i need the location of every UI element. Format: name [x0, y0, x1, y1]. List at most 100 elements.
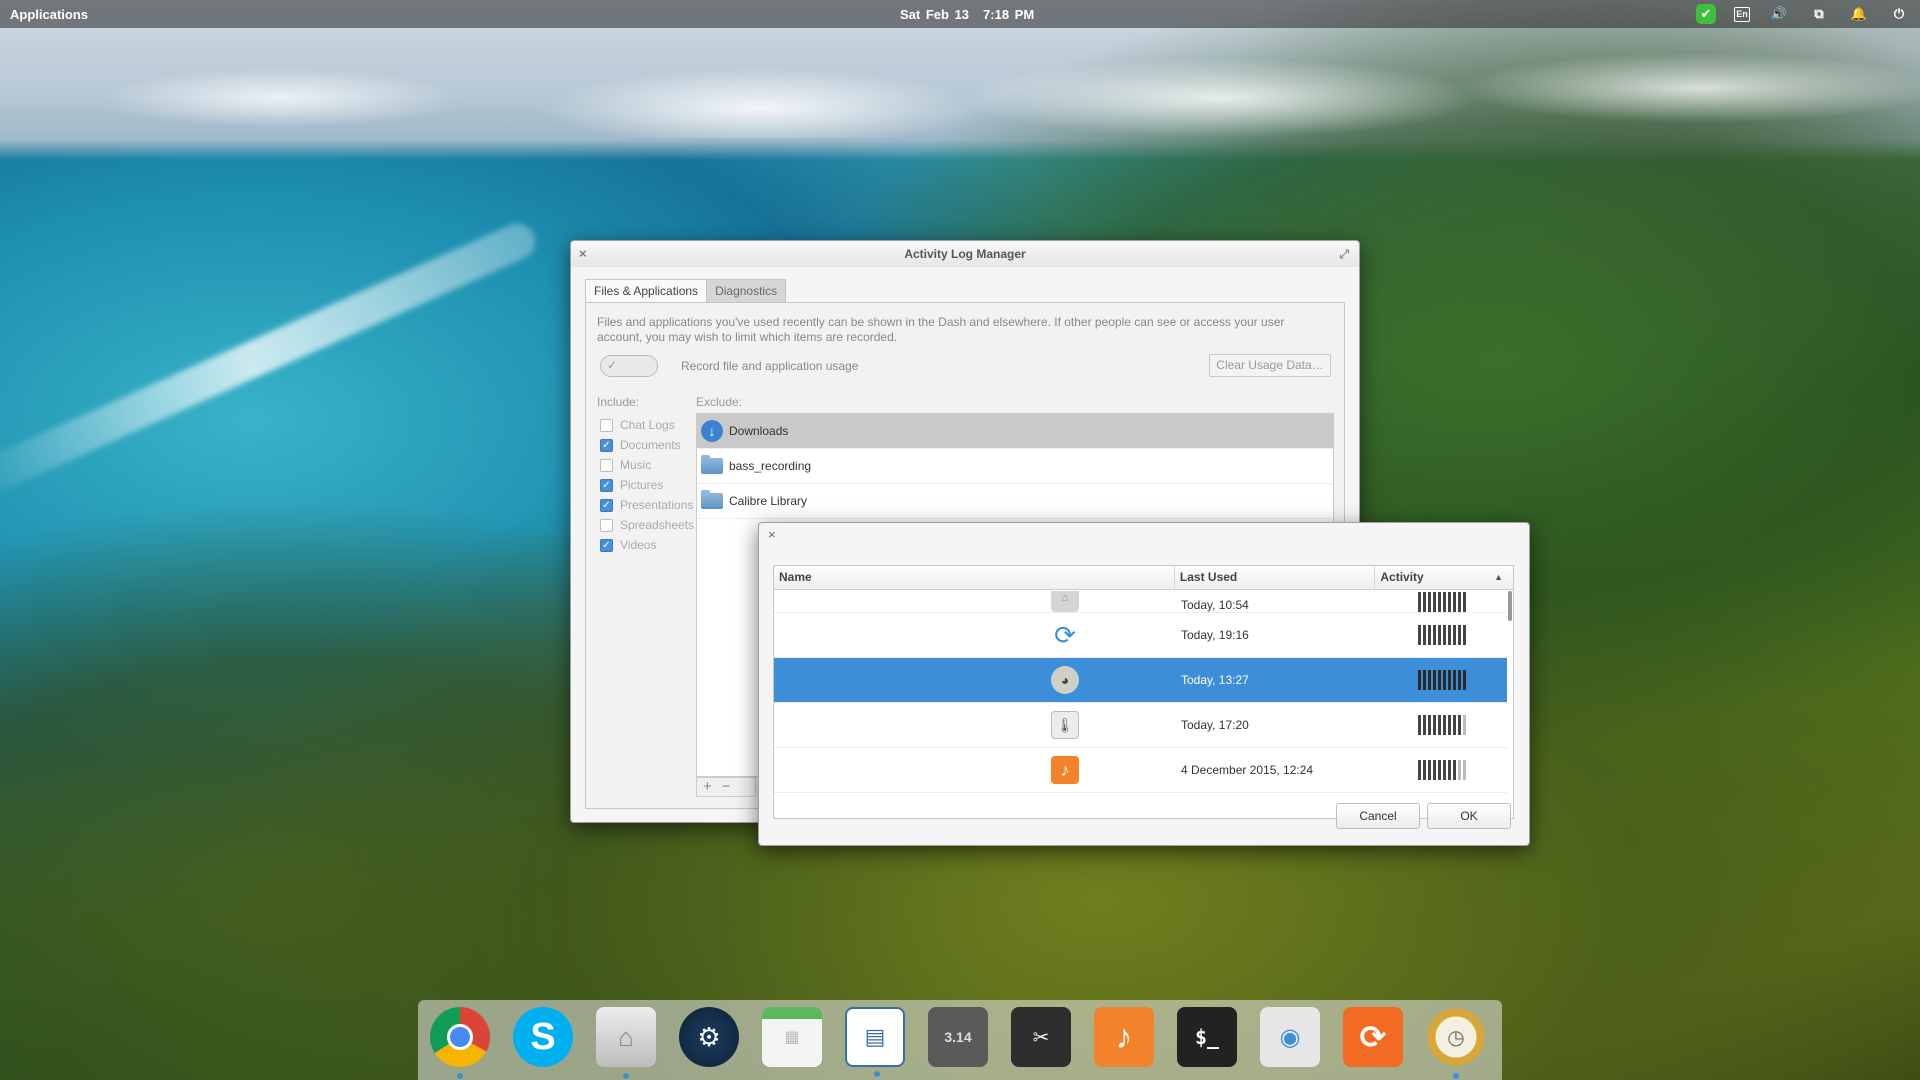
chrome-icon[interactable]: [430, 1007, 490, 1079]
applications-menu[interactable]: Applications: [10, 7, 88, 22]
sync-icon: ⟳: [1054, 619, 1076, 650]
remove-button[interactable]: −: [722, 778, 731, 796]
calculator-icon[interactable]: 3.14: [928, 1007, 988, 1067]
gimp-icon: ◕: [1051, 666, 1079, 694]
exclude-item-downloads[interactable]: ↓ Downloads: [697, 414, 1333, 449]
activity-bar: [1443, 625, 1446, 645]
activity-bar: [1458, 670, 1461, 690]
activity-bar: [1428, 760, 1431, 780]
include-item-videos[interactable]: ✓ Videos: [600, 535, 694, 555]
add-button[interactable]: +: [703, 778, 712, 796]
cell-activity: [1377, 760, 1507, 780]
activity-bars: [1418, 670, 1466, 690]
notification-icon[interactable]: 🔔: [1848, 4, 1870, 24]
tab-diagnostics[interactable]: Diagnostics: [707, 279, 787, 303]
include-item-presentations[interactable]: ✓ Presentations: [600, 495, 694, 515]
volume-icon[interactable]: 🔊: [1768, 4, 1790, 24]
activity-bar: [1458, 715, 1461, 735]
table-row[interactable]: ⌂ Today, 10:54: [774, 591, 1507, 613]
exclude-item-bass-recording[interactable]: bass_recording: [697, 449, 1333, 484]
scrollbar[interactable]: [1508, 591, 1512, 621]
column-header-activity-label: Activity: [1380, 570, 1424, 584]
close-icon[interactable]: ×: [579, 241, 587, 267]
include-list: Chat Logs ✓ Documents Music ✓ Pictures ✓ Pr…: [600, 415, 694, 555]
home-folder-icon[interactable]: ⌂: [596, 1007, 656, 1079]
activity-bar: [1448, 670, 1451, 690]
checkbox[interactable]: ✓: [600, 538, 613, 552]
include-item-documents[interactable]: ✓ Documents: [600, 435, 694, 455]
include-item-chat-logs[interactable]: Chat Logs: [600, 415, 694, 435]
image-viewer-icon[interactable]: ▤: [845, 1007, 905, 1077]
indicator-area: ✔ En 🔊 ⧉ 🔔 ⏻: [1696, 4, 1910, 24]
screenshot-icon[interactable]: ✂: [1011, 1007, 1071, 1067]
activity-bar: [1428, 670, 1431, 690]
column-header-last-used[interactable]: Last Used: [1175, 566, 1376, 589]
power-icon[interactable]: ⏻: [1888, 4, 1910, 24]
clear-usage-data-button[interactable]: Clear Usage Data…: [1209, 354, 1331, 377]
column-header-name[interactable]: Name: [774, 566, 1175, 589]
activity-bar: [1453, 625, 1456, 645]
maximize-icon[interactable]: ⤢: [1339, 241, 1349, 267]
cell-last-used: Today, 10:54: [1181, 598, 1249, 612]
calendar-icon[interactable]: ▦: [762, 1007, 822, 1067]
activity-bar: [1463, 715, 1466, 735]
switchboard-icon[interactable]: ◉: [1260, 1007, 1320, 1067]
network-icon[interactable]: ⧉: [1808, 4, 1830, 24]
keyboard-icon[interactable]: En: [1734, 6, 1750, 22]
record-toggle[interactable]: ✓: [600, 355, 658, 377]
exclude-label: Exclude:: [696, 395, 743, 409]
activity-bar: [1428, 592, 1431, 612]
table-row[interactable]: ♪ 4 December 2015, 12:24: [774, 748, 1507, 793]
close-icon[interactable]: ×: [768, 527, 776, 542]
time-machine-icon[interactable]: ◷: [1426, 1007, 1486, 1079]
table-row[interactable]: 🌡 Today, 17:20: [774, 703, 1507, 748]
software-update-icon[interactable]: ⟳: [1343, 1007, 1403, 1067]
activity-bar: [1438, 625, 1441, 645]
activity-bar: [1418, 670, 1421, 690]
clock-time: 7:18 PM: [983, 7, 1035, 22]
home-app-icon: ⌂: [1051, 591, 1079, 612]
activity-bar: [1448, 760, 1451, 780]
clock[interactable]: Sat Feb 13 7:18 PM: [900, 7, 1048, 22]
checkbox[interactable]: ✓: [600, 478, 613, 492]
exclude-item-calibre-library[interactable]: Calibre Library: [697, 484, 1333, 519]
skype-icon[interactable]: S: [513, 1007, 573, 1067]
activity-bar: [1458, 592, 1461, 612]
terminal-icon[interactable]: $_: [1177, 1007, 1237, 1067]
include-item-label: Music: [620, 458, 652, 472]
activity-bars: [1418, 715, 1466, 735]
activity-bar: [1453, 592, 1456, 612]
include-label: Include:: [597, 395, 640, 409]
window-titlebar[interactable]: × Activity Log Manager ⤢: [571, 241, 1359, 267]
include-item-music[interactable]: Music: [600, 455, 694, 475]
image-viewer-glyph: ▤: [864, 1024, 886, 1049]
activity-bars: [1418, 592, 1466, 612]
activity-bar: [1418, 625, 1421, 645]
activity-bar: [1463, 760, 1466, 780]
checkbox[interactable]: [600, 458, 613, 472]
include-item-label: Videos: [620, 538, 657, 552]
checkbox[interactable]: ✓: [600, 438, 613, 452]
checkbox[interactable]: [600, 518, 613, 532]
include-item-spreadsheets[interactable]: Spreadsheets: [600, 515, 694, 535]
ok-button[interactable]: OK: [1427, 803, 1511, 829]
running-indicator: [457, 1073, 463, 1079]
music-player-icon[interactable]: ♪: [1094, 1007, 1154, 1067]
column-header-activity[interactable]: Activity ▲: [1375, 566, 1513, 589]
include-item-pictures[interactable]: ✓ Pictures: [600, 475, 694, 495]
description-text: Files and applications you've used recen…: [597, 315, 1285, 344]
tab-files-applications[interactable]: Files & Applications: [585, 279, 708, 303]
cancel-button[interactable]: Cancel: [1336, 803, 1420, 829]
table-row[interactable]: ◕ Today, 13:27: [774, 658, 1507, 703]
dock-items: S ⌂ ⚙ ▦ ▤ 3.14 ✂ ♪ $_ ◉ ⟳ ◷: [430, 1007, 1486, 1079]
steam-icon[interactable]: ⚙: [679, 1007, 739, 1067]
checkbox[interactable]: [600, 418, 613, 432]
table-row[interactable]: ⟳ Today, 19:16: [774, 613, 1507, 658]
activity-bar: [1438, 592, 1441, 612]
activity-bar: [1443, 670, 1446, 690]
activity-bar: [1458, 760, 1461, 780]
cell-name: ⌂: [774, 591, 1176, 612]
activity-bar: [1443, 592, 1446, 612]
check-icon[interactable]: ✔: [1696, 4, 1716, 24]
checkbox[interactable]: ✓: [600, 498, 613, 512]
